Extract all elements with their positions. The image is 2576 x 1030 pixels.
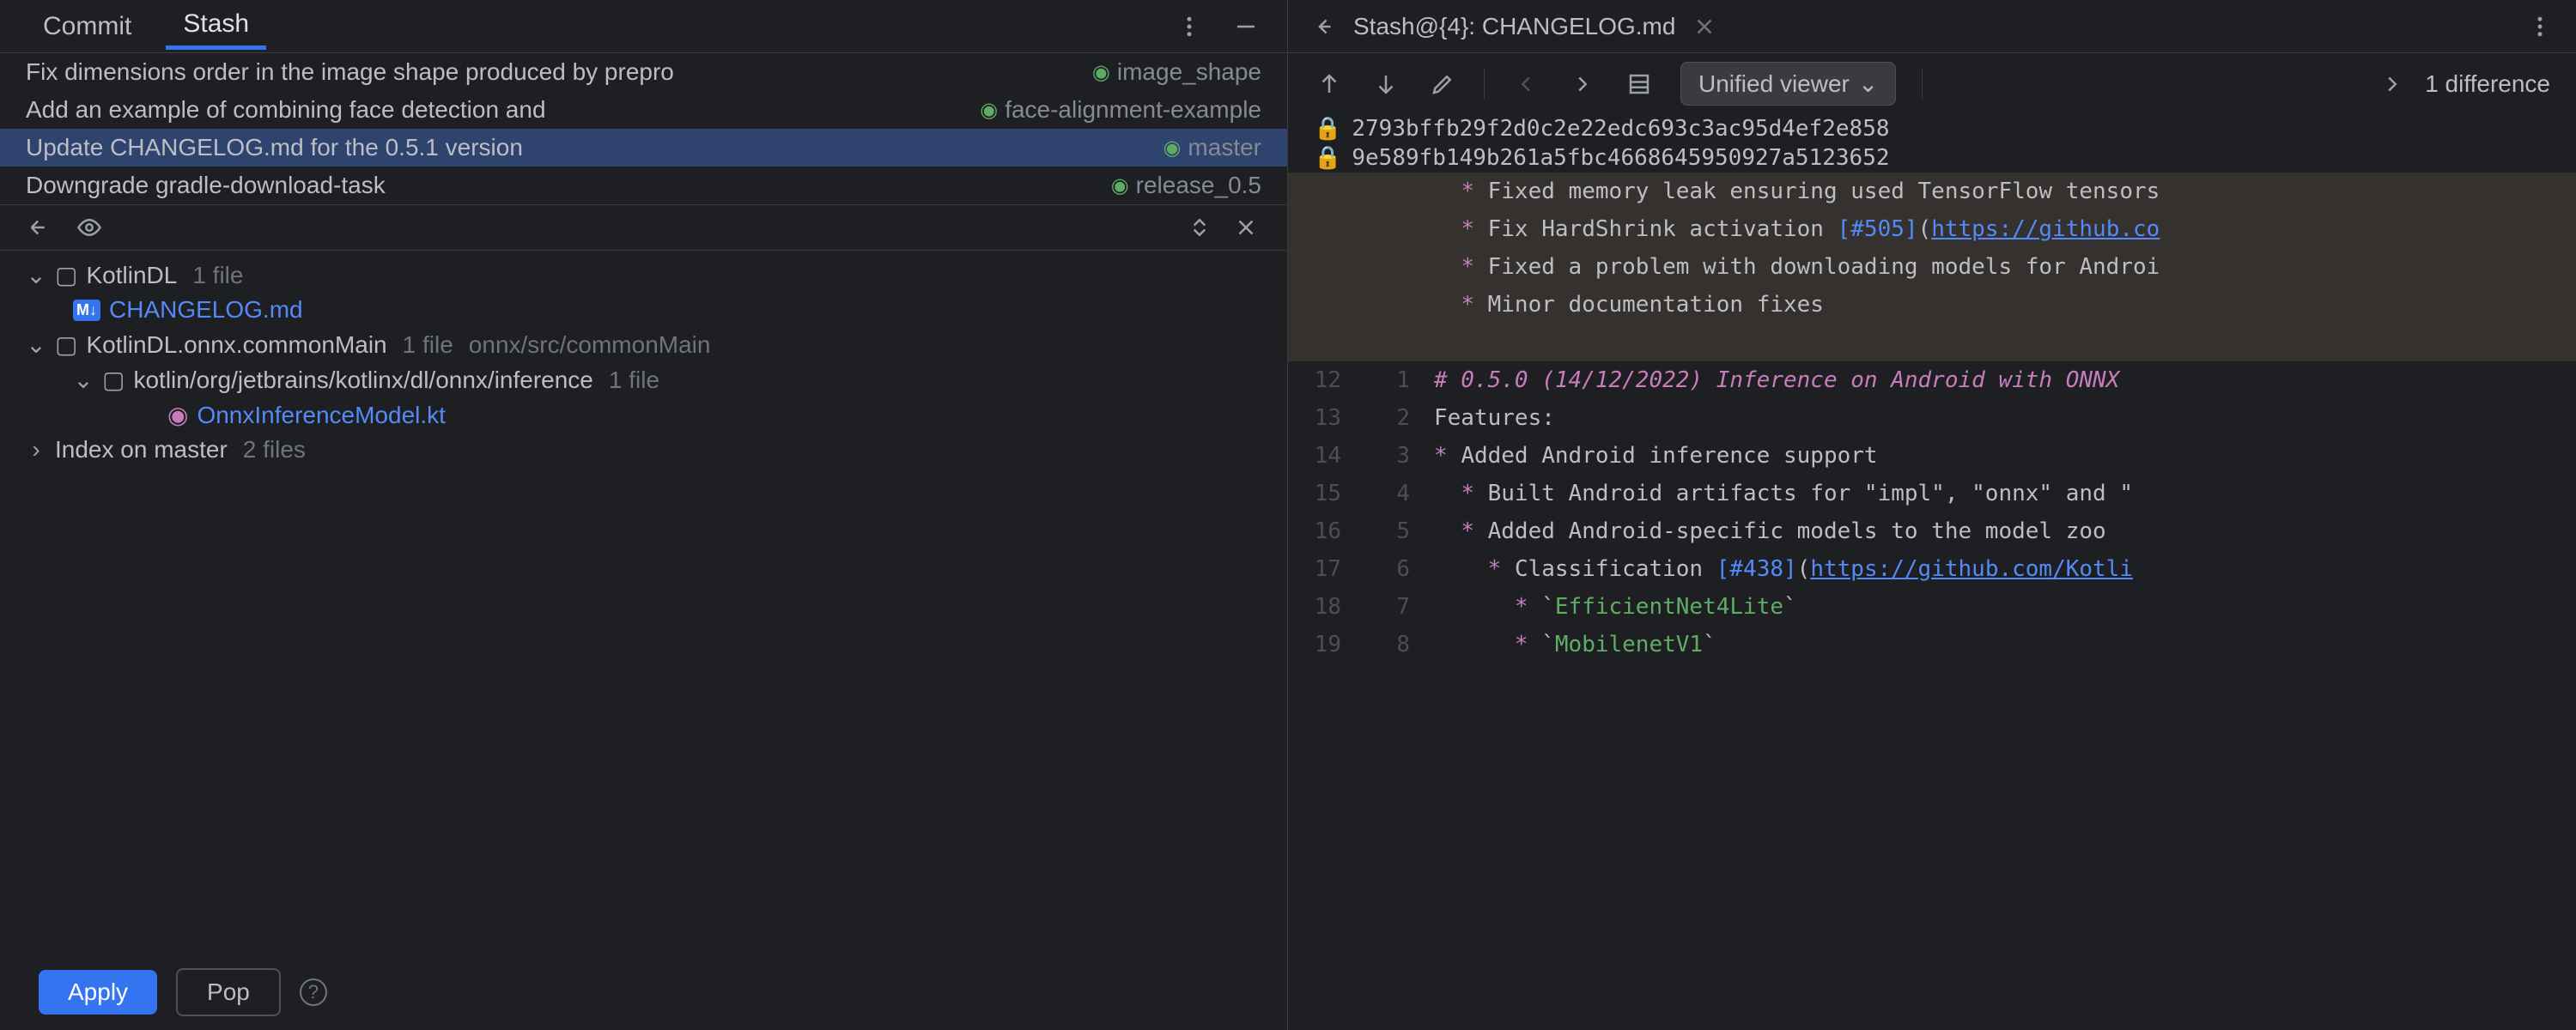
folder-icon: ▢ <box>55 330 77 359</box>
nav-back-icon <box>1510 69 1541 100</box>
tab-stash[interactable]: Stash <box>166 3 266 50</box>
preview-icon[interactable] <box>74 212 105 243</box>
folder-icon: ▢ <box>102 366 125 394</box>
tag-icon: ◉ <box>1163 136 1181 161</box>
tree-folder[interactable]: ⌄ ▢ KotlinDL.onnx.commonMain 1 file onnx… <box>0 327 1287 362</box>
chevron-down-icon: ⌄ <box>26 261 46 289</box>
prev-diff-icon[interactable] <box>1314 69 1345 100</box>
tree-folder[interactable]: ⌄ ▢ KotlinDL 1 file <box>0 258 1287 293</box>
minimize-icon[interactable] <box>1230 11 1261 42</box>
back-arrow-icon[interactable] <box>1309 11 1340 42</box>
stash-message: Update CHANGELOG.md for the 0.5.1 versio… <box>26 134 523 161</box>
list-icon[interactable] <box>1624 69 1655 100</box>
stash-item[interactable]: Fix dimensions order in the image shape … <box>0 53 1287 91</box>
tabs-bar: Commit Stash <box>0 0 1287 53</box>
diff-title: Stash@{4}: CHANGELOG.md <box>1353 13 1675 40</box>
diff-content[interactable]: * Fixed memory leak ensuring used Tensor… <box>1288 173 2576 1030</box>
stash-message: Downgrade gradle-download-task <box>26 172 386 199</box>
tree-folder[interactable]: ⌄ ▢ kotlin/org/jetbrains/kotlinx/dl/onnx… <box>0 362 1287 397</box>
diff-count: 1 difference <box>2425 70 2550 98</box>
stash-message: Fix dimensions order in the image shape … <box>26 58 674 86</box>
expand-icon[interactable] <box>1184 212 1215 243</box>
tree-file-count: 1 file <box>192 262 243 289</box>
hash-before: 🔒 2793bffb29f2d0c2e22edc693c3ac95d4ef2e8… <box>1288 114 2576 143</box>
tree-label: KotlinDL.onnx.commonMain <box>86 331 386 359</box>
tag-icon: ◉ <box>1111 173 1129 198</box>
more-icon[interactable] <box>1174 11 1205 42</box>
stash-item[interactable]: Add an example of combining face detecti… <box>0 91 1287 129</box>
hash-after: 🔒 9e589fb149b261a5fbc4668645950927a51236… <box>1288 143 2576 173</box>
stash-item[interactable]: Downgrade gradle-download-task ◉release_… <box>0 167 1287 204</box>
more-icon[interactable] <box>2524 11 2555 42</box>
stash-message: Add an example of combining face detecti… <box>26 96 546 124</box>
tree-file[interactable]: ◉ OnnxInferenceModel.kt <box>0 397 1287 433</box>
close-tab-icon[interactable] <box>1689 11 1720 42</box>
nav-forward-icon[interactable] <box>1567 69 1598 100</box>
collapse-icon[interactable] <box>1230 212 1261 243</box>
group-by-icon[interactable] <box>26 212 57 243</box>
tree-file[interactable]: M↓ CHANGELOG.md <box>0 293 1287 327</box>
chevron-down-icon: ⌄ <box>26 330 46 359</box>
apply-button[interactable]: Apply <box>39 970 157 1015</box>
tree-file-count: 1 file <box>609 367 659 394</box>
chevron-right-icon[interactable] <box>2377 69 2408 100</box>
chevron-down-icon: ⌄ <box>73 366 94 394</box>
tree-file-count: 2 files <box>243 436 306 464</box>
chevron-right-icon: › <box>26 436 46 464</box>
tag-icon: ◉ <box>980 98 998 123</box>
lock-icon: 🔒 <box>1314 145 1341 171</box>
action-bar: Apply Pop ? <box>0 954 1287 1030</box>
stash-list: Fix dimensions order in the image shape … <box>0 53 1287 204</box>
kotlin-icon: ◉ <box>167 401 188 429</box>
edit-icon[interactable] <box>1427 69 1458 100</box>
pop-button[interactable]: Pop <box>176 968 281 1016</box>
chevron-down-icon: ⌄ <box>1858 70 1878 98</box>
tab-commit[interactable]: Commit <box>26 5 149 48</box>
tree-file-name: CHANGELOG.md <box>109 296 303 324</box>
tree-folder[interactable]: › Index on master 2 files <box>0 433 1287 467</box>
tree-file-count: 1 file <box>403 331 453 359</box>
help-icon[interactable]: ? <box>300 978 327 1006</box>
stash-tag: ◉release_0.5 <box>1111 172 1261 199</box>
diff-header: Stash@{4}: CHANGELOG.md <box>1288 0 2576 53</box>
tree-label: KotlinDL <box>86 262 177 289</box>
tree-label: kotlin/org/jetbrains/kotlinx/dl/onnx/inf… <box>133 367 592 394</box>
tree-label: Index on master <box>55 436 228 464</box>
lock-icon: 🔒 <box>1314 116 1341 142</box>
stash-tag: ◉image_shape <box>1092 58 1261 86</box>
stash-item-selected[interactable]: Update CHANGELOG.md for the 0.5.1 versio… <box>0 129 1287 167</box>
viewer-select[interactable]: Unified viewer ⌄ <box>1680 62 1896 106</box>
markdown-icon: M↓ <box>73 300 100 321</box>
diff-toolbar: Unified viewer ⌄ 1 difference <box>1288 53 2576 114</box>
tag-icon: ◉ <box>1092 60 1110 85</box>
folder-icon: ▢ <box>55 261 77 289</box>
file-toolbar <box>0 204 1287 251</box>
tree-path: onnx/src/commonMain <box>469 331 711 359</box>
stash-tag: ◉master <box>1163 134 1261 161</box>
tree-file-name: OnnxInferenceModel.kt <box>197 402 446 429</box>
stash-tag: ◉face-alignment-example <box>980 96 1261 124</box>
next-diff-icon[interactable] <box>1370 69 1401 100</box>
file-tree: ⌄ ▢ KotlinDL 1 file M↓ CHANGELOG.md ⌄ ▢ … <box>0 251 1287 954</box>
